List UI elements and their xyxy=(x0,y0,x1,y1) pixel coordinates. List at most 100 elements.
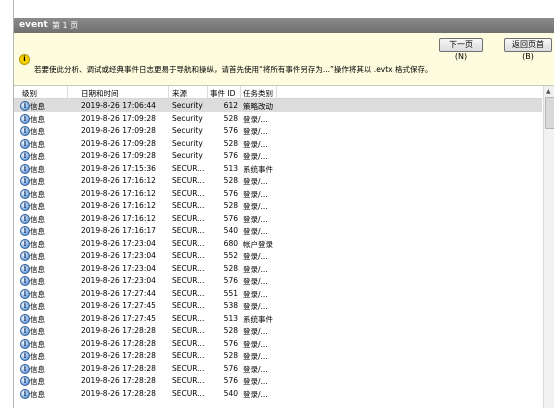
cell-level: 信息 xyxy=(30,127,45,136)
cell-event-id: 552 xyxy=(223,251,238,260)
table-row[interactable]: 信息 2019-8-26 17:15:36 SECUR... 513 系统事件 xyxy=(14,162,542,175)
table-row[interactable]: 信息 2019-8-26 17:27:45 SECUR... 513 系统事件 xyxy=(14,312,542,325)
cell-source: SECUR... xyxy=(172,326,205,335)
cell-datetime: 2019-8-26 17:28:28 xyxy=(81,326,156,335)
table-row[interactable]: 信息 2019-8-26 17:16:12 SECUR... 528 登录/... xyxy=(14,174,542,187)
cell-datetime: 2019-8-26 17:09:28 xyxy=(81,113,156,123)
cell-source: SECUR... xyxy=(172,351,205,360)
cell-level: 信息 xyxy=(30,327,45,336)
cell-event-id: 576 xyxy=(223,126,238,135)
cell-source: SECUR... xyxy=(172,263,205,273)
vertical-scrollbar[interactable]: ▲ xyxy=(543,86,554,408)
log-title: event xyxy=(19,20,48,30)
table-row[interactable]: 信息 2019-8-26 17:23:04 SECUR... 680 帐户登录 xyxy=(14,237,542,250)
table-row[interactable]: 信息 2019-8-26 17:28:28 SECUR... 576 登录/... xyxy=(14,374,542,387)
table-row[interactable]: 信息 2019-8-26 17:23:04 SECUR... 528 登录/... xyxy=(14,262,542,275)
info-level-icon xyxy=(20,313,30,324)
cell-datetime: 2019-8-26 17:28:28 xyxy=(81,338,156,348)
cell-datetime: 2019-8-26 17:16:12 xyxy=(81,188,156,198)
cell-task: 帐户登录 xyxy=(243,239,273,249)
table-row[interactable]: 信息 2019-8-26 17:23:04 SECUR... 552 登录/... xyxy=(14,249,542,262)
table-row[interactable]: 信息 2019-8-26 17:27:45 SECUR... 538 登录/... xyxy=(14,299,542,312)
info-message: 若要使此分析、调试或经典事件日志更易于导航和操纵，请首先使用“将所有事件另存为.… xyxy=(34,65,433,74)
cell-event-id: 576 xyxy=(223,213,238,223)
table-row[interactable]: 信息 2019-8-26 17:09:28 Security 528 登录/... xyxy=(14,112,542,125)
page-indicator: 第 1 页 xyxy=(52,21,79,30)
table-row[interactable]: 信息 2019-8-26 17:16:12 SECUR... 576 登录/... xyxy=(14,212,542,225)
column-header-event-id[interactable]: 事件 ID xyxy=(210,88,235,99)
cell-event-id: 528 xyxy=(223,351,238,360)
column-header-level[interactable]: 级别 xyxy=(22,88,37,99)
table-row[interactable]: 信息 2019-8-26 17:27:44 SECUR... 551 登录/... xyxy=(14,287,542,300)
cell-task: 登录/... xyxy=(243,227,268,236)
cell-task: 系统事件 xyxy=(243,164,273,174)
cell-level: 信息 xyxy=(30,289,45,299)
cell-level: 信息 xyxy=(30,114,45,124)
table-row[interactable]: 信息 2019-8-26 17:16:12 SECUR... 528 登录/... xyxy=(14,199,542,212)
table-row[interactable]: 信息 2019-8-26 17:28:28 SECUR... 528 登录/... xyxy=(14,324,542,337)
info-level-icon xyxy=(20,326,30,336)
cell-task: 登录/... xyxy=(243,364,268,374)
cell-source: SECUR... xyxy=(172,188,205,198)
info-level-icon xyxy=(20,338,30,349)
cell-source: SECUR... xyxy=(172,251,205,260)
info-level-icon xyxy=(20,176,30,186)
cell-task: 登录/... xyxy=(243,189,268,199)
cell-source: SECUR... xyxy=(172,363,205,373)
cell-source: SECUR... xyxy=(172,163,205,173)
cell-task: 登录/... xyxy=(243,177,268,186)
column-divider[interactable] xyxy=(207,86,208,98)
table-row[interactable]: 信息 2019-8-26 17:28:28 SECUR... 576 登录/... xyxy=(14,362,542,375)
cell-event-id: 540 xyxy=(223,388,238,398)
cell-event-id: 513 xyxy=(223,313,238,323)
table-row[interactable]: 信息 2019-8-26 17:06:44 Security 612 策略改动 xyxy=(14,99,542,112)
cell-task: 登录/... xyxy=(243,127,268,136)
cell-task: 登录/... xyxy=(243,389,268,399)
column-divider[interactable] xyxy=(276,86,277,98)
table-row[interactable]: 信息 2019-8-26 17:16:12 SECUR... 576 登录/... xyxy=(14,187,542,200)
back-to-top-button[interactable]: 返回页首(B) xyxy=(504,38,552,61)
cell-datetime: 2019-8-26 17:28:28 xyxy=(81,376,156,385)
table-row[interactable]: 信息 2019-8-26 17:09:28 Security 528 登录/... xyxy=(14,137,542,150)
cell-event-id: 538 xyxy=(223,301,238,310)
table-row[interactable]: 信息 2019-8-26 17:28:28 SECUR... 576 登录/... xyxy=(14,337,542,350)
table-row[interactable]: 信息 2019-8-26 17:23:04 SECUR... 576 登录/... xyxy=(14,274,542,287)
table-row[interactable]: 信息 2019-8-26 17:09:28 Security 576 登录/... xyxy=(14,149,542,162)
cell-source: Security xyxy=(172,151,203,160)
cell-datetime: 2019-8-26 17:16:12 xyxy=(81,201,156,210)
cell-task: 登录/... xyxy=(243,264,268,274)
cell-event-id: 576 xyxy=(223,363,238,373)
cell-source: SECUR... xyxy=(172,313,205,323)
column-divider[interactable] xyxy=(67,86,68,98)
scrollbar-thumb[interactable] xyxy=(545,97,554,129)
column-header-datetime[interactable]: 日期和时间 xyxy=(81,88,119,99)
cell-task: 登录/... xyxy=(243,352,268,361)
cell-datetime: 2019-8-26 17:09:28 xyxy=(81,126,156,135)
info-level-icon xyxy=(20,163,30,174)
cell-source: SECUR... xyxy=(172,276,205,285)
table-row[interactable]: 信息 2019-8-26 17:16:17 SECUR... 540 登录/... xyxy=(14,224,542,237)
info-level-icon xyxy=(20,113,30,124)
info-bar: 下一页(N) 返回页首(B) i 若要使此分析、调试或经典事件日志更易于导航和操… xyxy=(14,33,554,86)
table-row[interactable]: 信息 2019-8-26 17:28:28 SECUR... 540 登录/... xyxy=(14,387,542,400)
cell-event-id: 528 xyxy=(223,176,238,185)
cell-source: SECUR... xyxy=(172,388,205,398)
cell-level: 信息 xyxy=(30,189,45,199)
column-header-source[interactable]: 来源 xyxy=(172,88,187,99)
cell-task: 登录/... xyxy=(243,202,268,211)
table-row[interactable]: 信息 2019-8-26 17:28:28 SECUR... 528 登录/... xyxy=(14,349,542,362)
cell-level: 信息 xyxy=(30,314,45,324)
cell-level: 信息 xyxy=(30,164,45,174)
cell-source: Security xyxy=(172,126,203,135)
table-row[interactable]: 信息 2019-8-26 17:09:28 Security 576 登录/... xyxy=(14,124,542,137)
column-header-task[interactable]: 任务类别 xyxy=(243,88,273,99)
cell-datetime: 2019-8-26 17:27:45 xyxy=(81,301,156,310)
column-divider[interactable] xyxy=(240,86,241,98)
scroll-up-arrow-icon[interactable]: ▲ xyxy=(546,88,551,95)
cell-datetime: 2019-8-26 17:28:28 xyxy=(81,351,156,360)
cell-datetime: 2019-8-26 17:15:36 xyxy=(81,163,156,173)
next-page-button[interactable]: 下一页(N) xyxy=(439,38,483,61)
cell-task: 登录/... xyxy=(243,252,268,261)
cell-event-id: 528 xyxy=(223,113,238,123)
column-divider[interactable] xyxy=(168,86,169,98)
